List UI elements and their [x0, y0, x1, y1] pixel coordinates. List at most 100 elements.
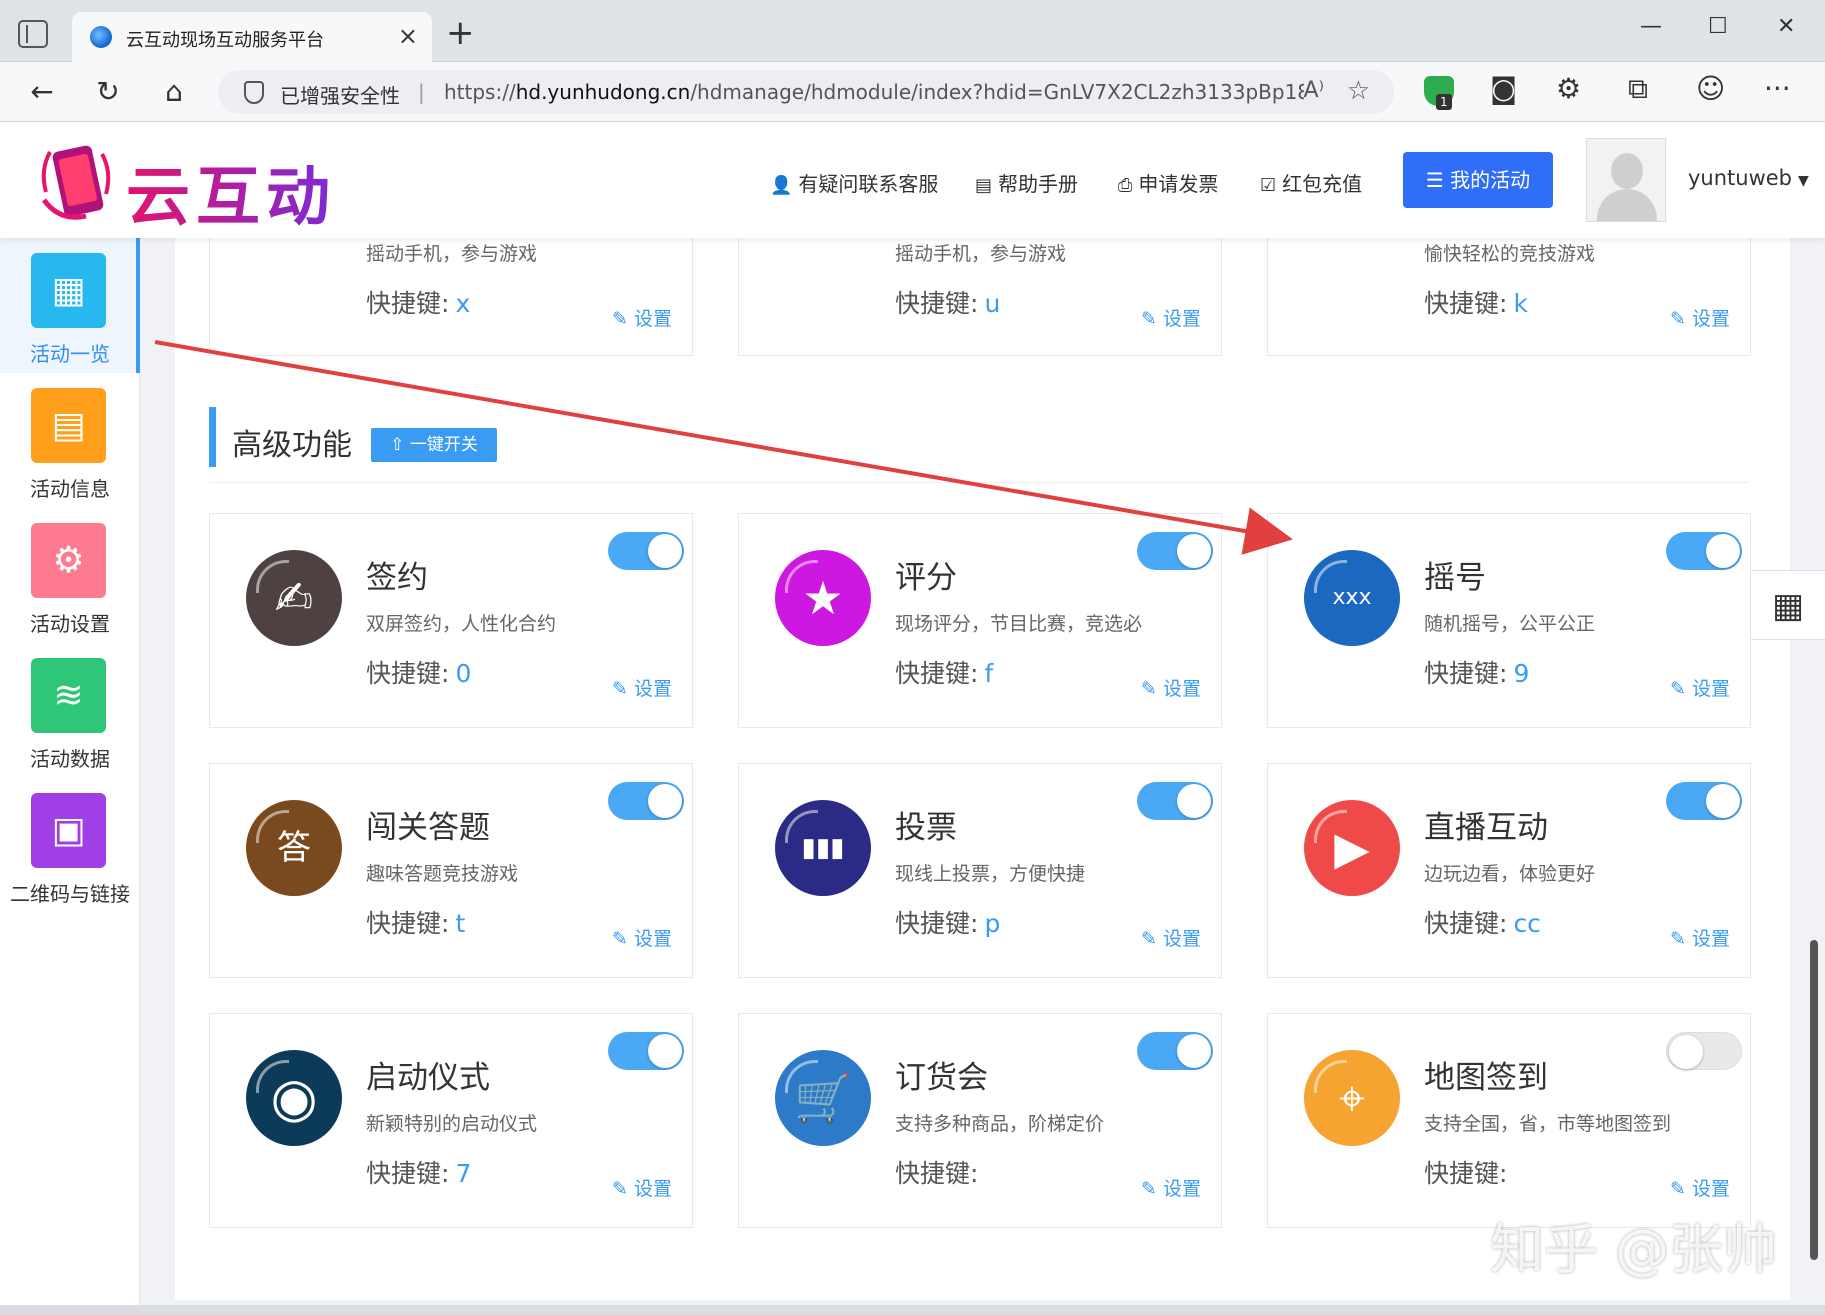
refresh-icon[interactable]: ↻ [88, 72, 128, 112]
module-enable-toggle[interactable] [608, 782, 684, 820]
module-description: 双屏签约，人性化合约 [366, 613, 557, 635]
read-aloud-icon[interactable]: A⁾ [1304, 78, 1324, 103]
home-icon[interactable]: ⌂ [154, 72, 194, 112]
avatar[interactable] [1586, 138, 1666, 222]
module-setting-link[interactable]: ✎ 设置 [612, 1174, 672, 1201]
window-bottom-edge [0, 1305, 1825, 1315]
sidebar-item-qrcode[interactable]: ▣ 二维码与链接 [0, 778, 140, 913]
module-card-score: ★ 评分 现场评分，节目比赛，竞选必 快捷键: f ✎ 设置 [738, 513, 1222, 728]
grid-icon: ▦ [31, 253, 106, 328]
video-icon: ▶ [1304, 800, 1400, 896]
module-hotkey: 快捷键: cc [1424, 909, 1541, 938]
module-hotkey: 快捷键: p [895, 909, 1001, 938]
help-manual-link[interactable]: ▤ 帮助手册 [975, 168, 1078, 197]
quiz-icon: 答 [246, 800, 342, 896]
collections-icon[interactable]: ⧉ [1628, 72, 1648, 106]
one-key-toggle-button[interactable]: ⇧ 一键开关 [371, 428, 497, 462]
sidebar-item-label: 活动信息 [30, 477, 110, 501]
module-description: 新颖特别的启动仪式 [366, 1113, 538, 1135]
module-enable-toggle[interactable] [1666, 532, 1742, 570]
module-description: 愉快轻松的竞技游戏 [1424, 243, 1596, 265]
module-setting-link[interactable]: ✎ 设置 [1141, 674, 1201, 701]
sidebar-item-label: 活动数据 [30, 747, 110, 771]
contact-support-link[interactable]: 👤 有疑问联系客服 [770, 168, 938, 197]
logo-phone-icon [41, 145, 111, 220]
minimize-icon[interactable]: — [1640, 14, 1662, 39]
module-setting-link[interactable]: ✎ 设置 [612, 304, 672, 331]
url-text[interactable]: https://hd.yunhudong.cn/hdmanage/hdmodul… [444, 80, 1304, 104]
module-setting-link[interactable]: ✎ 设置 [1670, 304, 1730, 331]
page-scrollbar[interactable] [1810, 940, 1818, 1260]
module-setting-link[interactable]: ✎ 设置 [1141, 1174, 1201, 1201]
module-card-sign: ✍ 签约 双屏签约，人性化合约 快捷键: 0 ✎ 设置 [209, 513, 693, 728]
gear-icon: ⚙ [31, 523, 106, 598]
module-enable-toggle[interactable] [1666, 1032, 1742, 1070]
module-hotkey: 快捷键: [895, 1159, 979, 1188]
module-title: 订货会 [895, 1060, 988, 1096]
sidebar-toggle-icon[interactable] [18, 20, 48, 48]
caret-down-icon: ▼ [1798, 173, 1809, 189]
extensions-puzzle-icon[interactable]: ⚙ [1556, 72, 1581, 105]
more-menu-icon[interactable]: ··· [1764, 72, 1791, 105]
module-description: 边玩边看，体验更好 [1424, 863, 1596, 885]
module-setting-link[interactable]: ✎ 设置 [1670, 924, 1730, 951]
module-setting-link[interactable]: ✎ 设置 [612, 674, 672, 701]
invoice-link[interactable]: ⎙ 申请发票 [1118, 168, 1218, 197]
module-title: 评分 [895, 560, 957, 596]
security-status: 已增强安全性 [280, 84, 400, 108]
star-icon: ★ [775, 550, 871, 646]
tab-close-icon[interactable]: × [398, 22, 418, 50]
play-icon: ◉ [246, 1050, 342, 1146]
my-activity-button[interactable]: ☰ 我的活动 [1403, 152, 1553, 208]
map-pin-icon: ⌖ [1304, 1050, 1400, 1146]
module-hotkey: 快捷键: u [895, 289, 1001, 318]
module-enable-toggle[interactable] [608, 532, 684, 570]
extension-icon[interactable]: ◙ [1490, 72, 1517, 105]
red-packet-recharge-link[interactable]: ☑ 红包充值 [1260, 168, 1362, 197]
module-description: 随机摇号，公平公正 [1424, 613, 1596, 635]
module-description: 支持全国，省，市等地图签到 [1424, 1113, 1672, 1135]
module-description: 趣味答题竞技游戏 [366, 863, 519, 885]
user-menu[interactable]: yuntuweb ▼ [1688, 166, 1809, 190]
module-enable-toggle[interactable] [1137, 782, 1213, 820]
browser-tab[interactable]: 云互动现场互动服务平台 × [72, 12, 432, 62]
module-setting-link[interactable]: ✎ 设置 [1670, 1174, 1730, 1201]
sidebar-item-overview[interactable]: ▦ 活动一览 [0, 238, 140, 373]
sidebar-item-data[interactable]: ≋ 活动数据 [0, 643, 140, 778]
site-favicon-icon [90, 26, 112, 48]
module-setting-link[interactable]: ✎ 设置 [612, 924, 672, 951]
sidebar-item-settings[interactable]: ⚙ 活动设置 [0, 508, 140, 643]
module-description: 现线上投票，方便快捷 [895, 863, 1086, 885]
book-icon: ▤ [975, 175, 993, 196]
module-description: 摇动手机，参与游戏 [366, 243, 538, 265]
signature-icon: ✍ [246, 550, 342, 646]
favorite-star-icon[interactable]: ☆ [1347, 76, 1370, 106]
address-separator: | [418, 80, 425, 104]
new-tab-button[interactable]: + [446, 16, 475, 50]
module-hotkey: 快捷键: 7 [366, 1159, 472, 1188]
maximize-icon[interactable]: ☐ [1708, 14, 1728, 39]
sidebar-item-label: 活动一览 [30, 342, 110, 366]
logo-text[interactable]: 云互动 [126, 146, 336, 238]
module-description: 摇动手机，参与游戏 [895, 243, 1067, 265]
module-hotkey: 快捷键: [1424, 1159, 1508, 1188]
module-enable-toggle[interactable] [1666, 782, 1742, 820]
back-icon[interactable]: ← [22, 72, 62, 112]
browser-toolbar: ← ↻ ⌂ 已增强安全性 | https://hd.yunhudong.cn/h… [0, 62, 1825, 122]
module-setting-link[interactable]: ✎ 设置 [1141, 924, 1201, 951]
check-square-icon: ☑ [1260, 175, 1277, 196]
module-title: 地图签到 [1424, 1060, 1548, 1096]
section-title: 高级功能 [232, 428, 352, 463]
module-setting-link[interactable]: ✎ 设置 [1141, 304, 1201, 331]
module-title: 启动仪式 [366, 1060, 490, 1096]
module-enable-toggle[interactable] [1137, 532, 1213, 570]
module-setting-link[interactable]: ✎ 设置 [1670, 674, 1730, 701]
floating-qrcode-icon[interactable]: ▦ [1750, 570, 1825, 640]
sidebar-item-info[interactable]: ▤ 活动信息 [0, 373, 140, 508]
module-enable-toggle[interactable] [608, 1032, 684, 1070]
security-shield-icon [244, 81, 264, 104]
address-bar[interactable]: 已增强安全性 | https://hd.yunhudong.cn/hdmanag… [218, 70, 1394, 114]
close-window-icon[interactable]: ✕ [1777, 14, 1795, 39]
profile-icon[interactable]: ☺ [1696, 72, 1725, 105]
module-enable-toggle[interactable] [1137, 1032, 1213, 1070]
